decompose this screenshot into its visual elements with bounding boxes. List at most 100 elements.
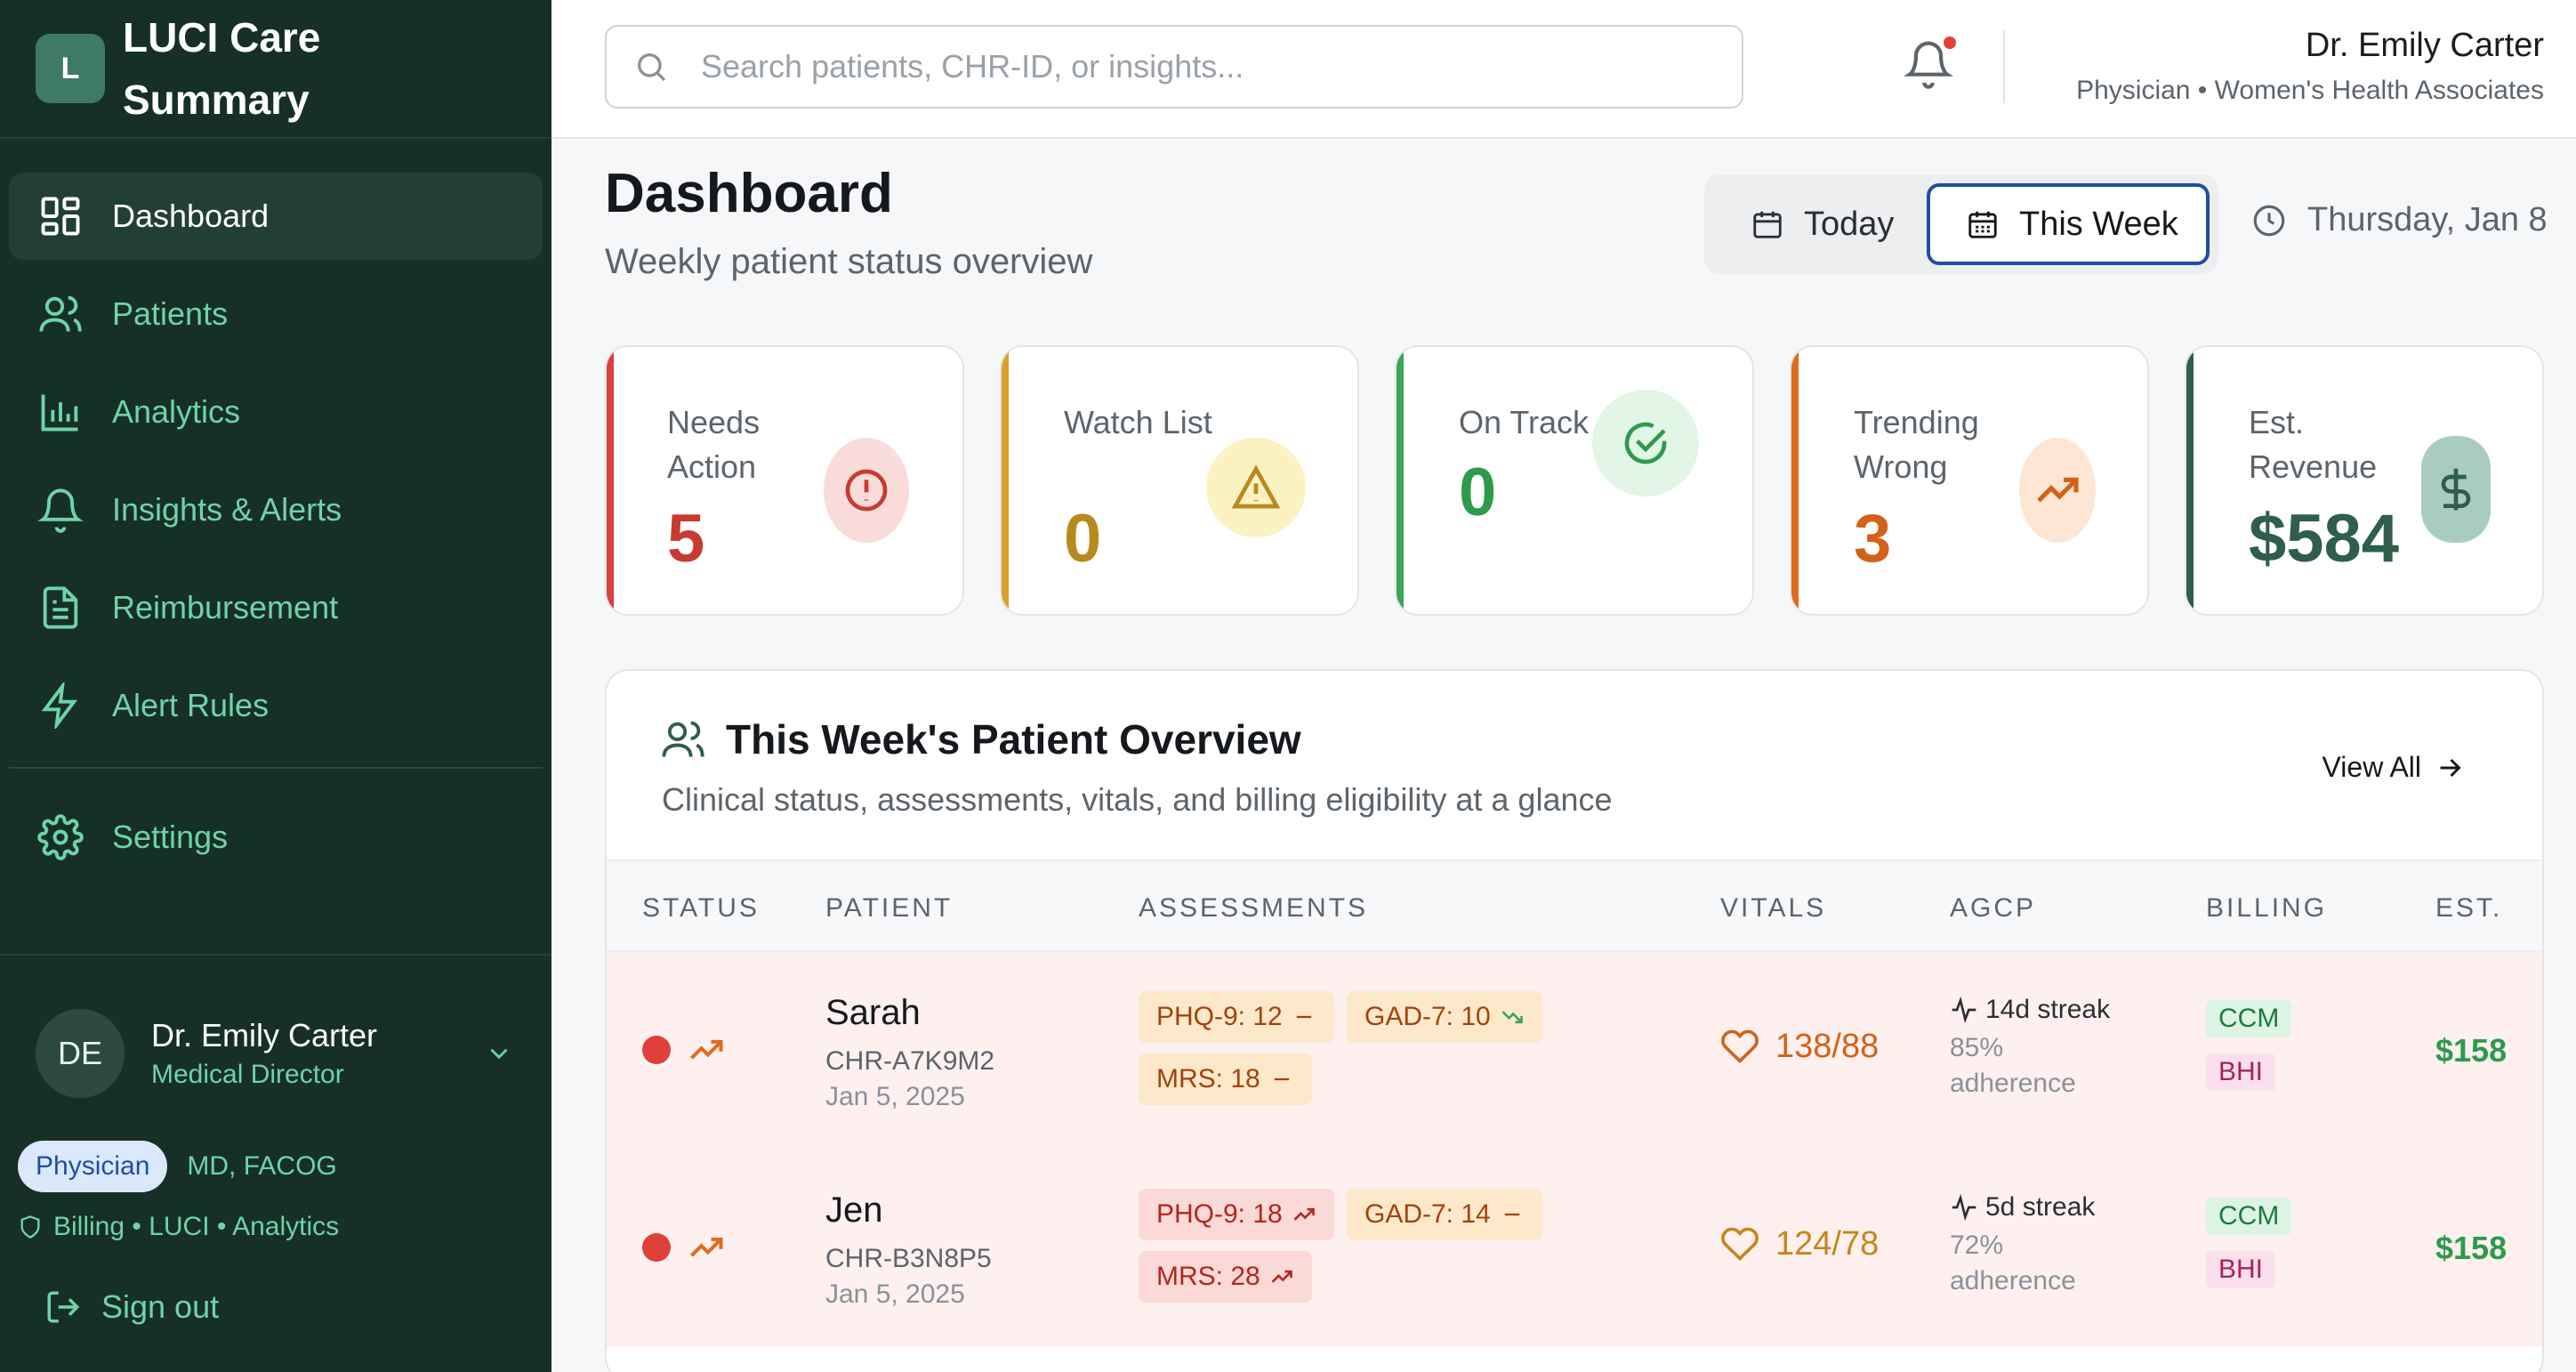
patient-chr-id: CHR-B3N8P5: [825, 1244, 992, 1273]
assessment-chip: MRS: 18: [1139, 1053, 1312, 1105]
billing-badge-ccm: CCM: [2206, 1000, 2292, 1037]
stat-accent-bar: [1002, 347, 1009, 614]
vitals-value: 124/78: [1775, 1224, 1880, 1263]
patient-overview-panel: This Week's Patient Overview Clinical st…: [605, 669, 2544, 1372]
stat-label: Est. Revenue: [2249, 404, 2378, 485]
range-today-button[interactable]: Today: [1751, 183, 1894, 265]
activity-icon: [1952, 1193, 1976, 1222]
column-header-vitals[interactable]: VITALS: [1720, 893, 1826, 924]
streak-text: 5d streak: [1985, 1192, 2096, 1222]
stat-icon-badge: [1206, 438, 1306, 537]
range-week-button[interactable]: This Week: [1927, 183, 2210, 265]
stat-value: $584: [2249, 501, 2400, 577]
stat-card-est-revenue[interactable]: Est. Revenue $584: [2185, 345, 2544, 616]
sidebar-item-alert-rules[interactable]: Alert Rules: [9, 662, 543, 749]
stat-card-needs-action[interactable]: Needs Action 5: [605, 345, 964, 616]
topbar: Dr. Emily Carter Physician • Women's Hea…: [551, 0, 2576, 139]
sidebar-item-patients[interactable]: Patients: [9, 270, 543, 358]
stat-icon-badge: [2019, 438, 2096, 543]
lightning-icon: [41, 682, 78, 729]
assessment-chip: PHQ-9: 12: [1139, 991, 1334, 1043]
search-icon: [638, 53, 666, 82]
stat-card-trending-wrong[interactable]: Trending Wrong 3: [1790, 345, 2149, 616]
vitals-bp: 138/88: [1720, 1027, 1879, 1066]
topbar-user-name: Dr. Emily Carter: [2305, 27, 2544, 64]
sidebar-item-label: Settings: [112, 819, 229, 855]
assessment-label: GAD-7: 14: [1364, 1199, 1491, 1229]
patient-name[interactable]: Jen: [825, 1190, 883, 1231]
overview-title: This Week's Patient Overview: [660, 715, 1301, 763]
stat-card-watch-list[interactable]: Watch List 0: [1000, 345, 1359, 616]
stat-icon-badge: [824, 438, 909, 543]
sidebar-item-reimbursement[interactable]: Reimbursement: [9, 564, 543, 651]
current-date: Thursday, Jan 8: [2250, 201, 2548, 239]
topbar-user[interactable]: Dr. Emily Carter Physician • Women's Hea…: [2076, 27, 2544, 106]
column-header-assessments[interactable]: ASSESSMENTS: [1139, 893, 1368, 924]
dollar-icon: [2441, 468, 2471, 511]
sign-out-label: Sign out: [101, 1288, 220, 1325]
stat-accent-bar: [1397, 347, 1404, 614]
sidebar-item-insights-alerts[interactable]: Insights & Alerts: [9, 466, 543, 553]
check-circle-icon: [1624, 422, 1667, 464]
billing-badge-ccm: CCM: [2206, 1198, 2292, 1235]
stat-value: 0: [1459, 455, 1497, 530]
search-box[interactable]: [605, 25, 1743, 109]
user-menu[interactable]: DE Dr. Emily Carter Medical Director: [36, 1009, 551, 1098]
brand-title: LUCI Care Summary: [123, 14, 321, 123]
sidebar-item-settings[interactable]: Settings: [9, 794, 543, 881]
stat-icon-badge: [1592, 390, 1699, 496]
sidebar-item-analytics[interactable]: Analytics: [9, 368, 543, 456]
assessment-label: MRS: 28: [1156, 1262, 1260, 1291]
date-text: Thursday, Jan 8: [2307, 201, 2548, 238]
sign-out-button[interactable]: Sign out: [44, 1288, 551, 1326]
avatar: DE: [36, 1009, 125, 1098]
column-header-patient[interactable]: PATIENT: [825, 893, 953, 924]
sidebar-item-label: Alert Rules: [112, 687, 270, 723]
users-icon: [39, 295, 82, 332]
stat-accent-bar: [1791, 347, 1799, 614]
billing-badge-bhi: BHI: [2206, 1053, 2276, 1091]
patient-name[interactable]: Sarah: [825, 993, 921, 1033]
activity-icon: [1952, 996, 1976, 1024]
assessment-chip: GAD-7: 10: [1347, 991, 1542, 1043]
status-dot: [642, 1233, 671, 1262]
nav-divider: [9, 767, 543, 769]
page-subtitle: Weekly patient status overview: [605, 242, 1093, 281]
heart-icon: [1721, 1029, 1759, 1064]
assessment-chip: MRS: 28: [1139, 1251, 1312, 1303]
bell-icon: [37, 488, 84, 533]
vitals-value: 138/88: [1775, 1027, 1880, 1065]
brand: L LUCI Care Summary: [0, 0, 551, 139]
sidebar-item-label: Patients: [112, 295, 229, 332]
adherence-text: 72% adherence: [1950, 1231, 2076, 1295]
column-header-est[interactable]: EST.: [2435, 893, 2502, 924]
stat-icon-badge: [2421, 436, 2491, 543]
stat-accent-bar: [2186, 347, 2194, 614]
view-all-link[interactable]: View All: [2322, 751, 2466, 784]
chevron-down-icon[interactable]: [484, 1038, 514, 1069]
table-row[interactable]: Jen CHR-B3N8P5 Jan 5, 2025 PHQ-9: 18 GAD…: [607, 1150, 2542, 1347]
assessment-label: MRS: 18: [1156, 1064, 1260, 1094]
trend-flat-icon: [1274, 1077, 1289, 1081]
range-week-label: This Week: [2019, 205, 2178, 243]
column-header-billing[interactable]: BILLING: [2206, 893, 2327, 924]
role-badge: Physician: [18, 1141, 168, 1192]
stat-card-on-track[interactable]: On Track 0: [1395, 345, 1754, 616]
table-row[interactable]: Sarah CHR-A7K9M2 Jan 5, 2025 PHQ-9: 12 G…: [607, 952, 2542, 1150]
sidebar-item-label: Dashboard: [112, 198, 270, 234]
search-input[interactable]: [701, 48, 1679, 85]
calendar-icon: [1753, 211, 1782, 238]
users-icon: [662, 721, 704, 757]
calendar-week-icon: [1968, 211, 1997, 238]
estimated-revenue: $158: [2435, 1032, 2508, 1069]
patient-chr-id: CHR-A7K9M2: [825, 1046, 995, 1076]
topbar-divider: [2003, 30, 2005, 103]
column-header-status[interactable]: STATUS: [642, 893, 760, 924]
column-header-agcp[interactable]: AGCP: [1950, 893, 2036, 924]
assessment-label: GAD-7: 10: [1364, 1002, 1491, 1031]
alert-circle-icon: [845, 469, 888, 512]
adherence-text: 85% adherence: [1950, 1033, 2076, 1098]
sidebar-user-panel: DE Dr. Emily Carter Medical Director Phy…: [0, 954, 551, 1326]
sidebar-item-dashboard[interactable]: Dashboard: [9, 173, 543, 260]
sidebar-nav: Dashboard Patients Analytics Insights & …: [0, 139, 551, 881]
